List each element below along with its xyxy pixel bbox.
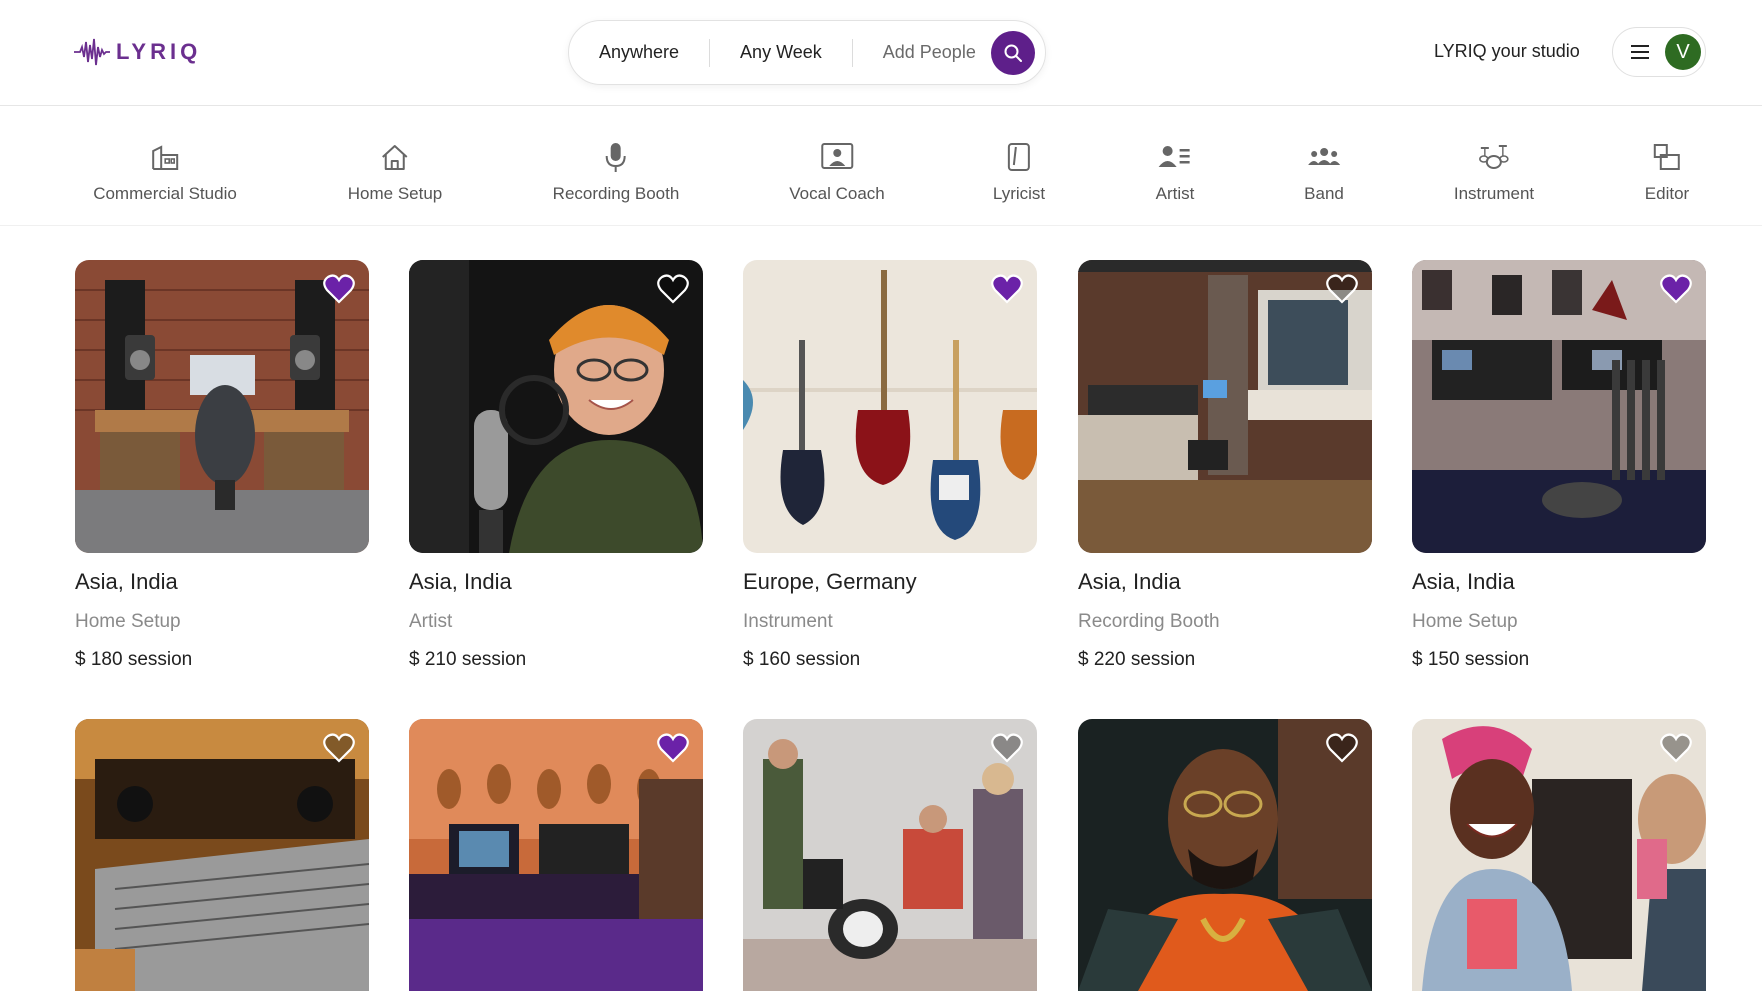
category-label: Recording Booth <box>552 184 680 203</box>
category-recording-booth[interactable]: Recording Booth <box>552 140 680 204</box>
listing-photo[interactable] <box>1412 260 1706 553</box>
listing-location: Asia, India <box>409 569 512 594</box>
category-lyricist[interactable]: Lyricist <box>993 140 1045 204</box>
search-who[interactable]: Add People <box>883 42 976 63</box>
listing-location: Asia, India <box>75 569 178 594</box>
listing-card[interactable] <box>409 719 703 991</box>
category-instrument[interactable]: Instrument <box>1454 140 1534 204</box>
listing-photo[interactable] <box>75 260 369 553</box>
category-bar: Commercial Studio Home Setup Recording B… <box>0 106 1762 226</box>
search-bar[interactable]: Anywhere Any Week Add People <box>568 20 1046 85</box>
listing-price: $ 220 session <box>1078 649 1372 671</box>
listing-card[interactable] <box>1078 719 1372 991</box>
category-label: Home Setup <box>347 184 443 203</box>
notebook-pen-icon <box>1002 140 1036 174</box>
listing-photo[interactable] <box>409 260 703 553</box>
search-icon <box>1004 44 1022 62</box>
category-label: Band <box>1304 184 1344 203</box>
category-label: Commercial Studio <box>93 184 237 203</box>
listing-photo[interactable] <box>75 719 369 991</box>
building-icon <box>148 140 182 174</box>
price-unit: session <box>1130 649 1196 670</box>
editor-panels-icon <box>1650 140 1684 174</box>
favorite-heart-icon[interactable] <box>1326 274 1358 304</box>
home-icon <box>378 140 412 174</box>
category-band[interactable]: Band <box>1304 140 1344 204</box>
listing-price: $ 180 session <box>75 649 369 671</box>
category-commercial-studio[interactable]: Commercial Studio <box>93 140 237 204</box>
listing-category: Recording Booth <box>1078 611 1220 632</box>
favorite-heart-icon[interactable] <box>1326 733 1358 763</box>
listing-location: Europe, Germany <box>743 569 917 594</box>
search-when[interactable]: Any Week <box>740 42 822 63</box>
price-unit: session <box>795 649 861 670</box>
price-unit: session <box>127 649 193 670</box>
price-amount: $ 180 <box>75 649 123 670</box>
price-amount: $ 210 <box>409 649 457 670</box>
group-icon <box>1307 140 1341 174</box>
category-label: Editor <box>1644 184 1690 203</box>
favorite-heart-icon[interactable] <box>657 733 689 763</box>
listing-card[interactable]: Asia, India Recording Booth $ 220 sessio… <box>1078 260 1372 671</box>
listing-card[interactable]: Europe, Germany Instrument $ 160 session <box>743 260 1037 671</box>
category-artist[interactable]: Artist <box>1155 140 1195 204</box>
listing-price: $ 150 session <box>1412 649 1706 671</box>
favorite-heart-icon[interactable] <box>323 733 355 763</box>
listing-photo[interactable] <box>743 260 1037 553</box>
listing-card[interactable] <box>1412 719 1706 991</box>
brand-logo[interactable]: LYRIQ <box>74 32 201 72</box>
person-list-icon <box>1158 140 1192 174</box>
listing-location: Asia, India <box>1412 569 1515 594</box>
microphone-icon <box>599 140 633 174</box>
price-amount: $ 160 <box>743 649 791 670</box>
category-label: Vocal Coach <box>789 184 885 203</box>
listing-photo[interactable] <box>1078 719 1372 991</box>
hamburger-icon <box>1631 45 1649 59</box>
listing-photo[interactable] <box>1412 719 1706 991</box>
price-amount: $ 150 <box>1412 649 1460 670</box>
brand-name: LYRIQ <box>116 39 202 64</box>
listing-category: Home Setup <box>75 611 181 632</box>
price-amount: $ 220 <box>1078 649 1126 670</box>
search-button[interactable] <box>991 31 1035 75</box>
top-header: LYRIQ Anywhere Any Week Add People LYRIQ… <box>0 0 1762 106</box>
price-unit: session <box>461 649 527 670</box>
person-screen-icon <box>820 140 854 174</box>
favorite-heart-icon[interactable] <box>1660 274 1692 304</box>
divider <box>851 38 853 67</box>
listing-card[interactable]: Asia, India Home Setup $ 150 session <box>1412 260 1706 671</box>
listing-photo[interactable] <box>743 719 1037 991</box>
category-editor[interactable]: Editor <box>1645 140 1689 204</box>
listing-card[interactable] <box>743 719 1037 991</box>
category-home-setup[interactable]: Home Setup <box>347 140 443 204</box>
drum-kit-icon <box>1477 140 1511 174</box>
listing-category: Instrument <box>743 611 833 632</box>
listing-card[interactable] <box>75 719 369 991</box>
listing-category: Artist <box>409 611 453 632</box>
favorite-heart-icon[interactable] <box>657 274 689 304</box>
category-label: Artist <box>1155 184 1195 203</box>
host-studio-link[interactable]: LYRIQ your studio <box>1434 41 1580 62</box>
listing-category: Home Setup <box>1412 611 1518 632</box>
favorite-heart-icon[interactable] <box>991 274 1023 304</box>
listing-card[interactable]: Asia, India Artist $ 210 session <box>409 260 703 671</box>
listing-price: $ 160 session <box>743 649 1037 671</box>
category-label: Instrument <box>1453 184 1535 203</box>
search-where[interactable]: Anywhere <box>599 42 679 63</box>
divider <box>709 38 711 67</box>
listing-photo[interactable] <box>409 719 703 991</box>
favorite-heart-icon[interactable] <box>1660 733 1692 763</box>
category-label: Lyricist <box>992 184 1046 203</box>
avatar[interactable]: V <box>1665 34 1701 70</box>
user-menu-button[interactable]: V <box>1612 27 1706 77</box>
listing-card[interactable]: Asia, India Home Setup $ 180 session <box>75 260 369 671</box>
listing-location: Asia, India <box>1078 569 1181 594</box>
waveform-icon <box>74 38 110 66</box>
price-unit: session <box>1464 649 1530 670</box>
listing-price: $ 210 session <box>409 649 703 671</box>
favorite-heart-icon[interactable] <box>323 274 355 304</box>
favorite-heart-icon[interactable] <box>991 733 1023 763</box>
listing-photo[interactable] <box>1078 260 1372 553</box>
category-vocal-coach[interactable]: Vocal Coach <box>789 140 885 204</box>
